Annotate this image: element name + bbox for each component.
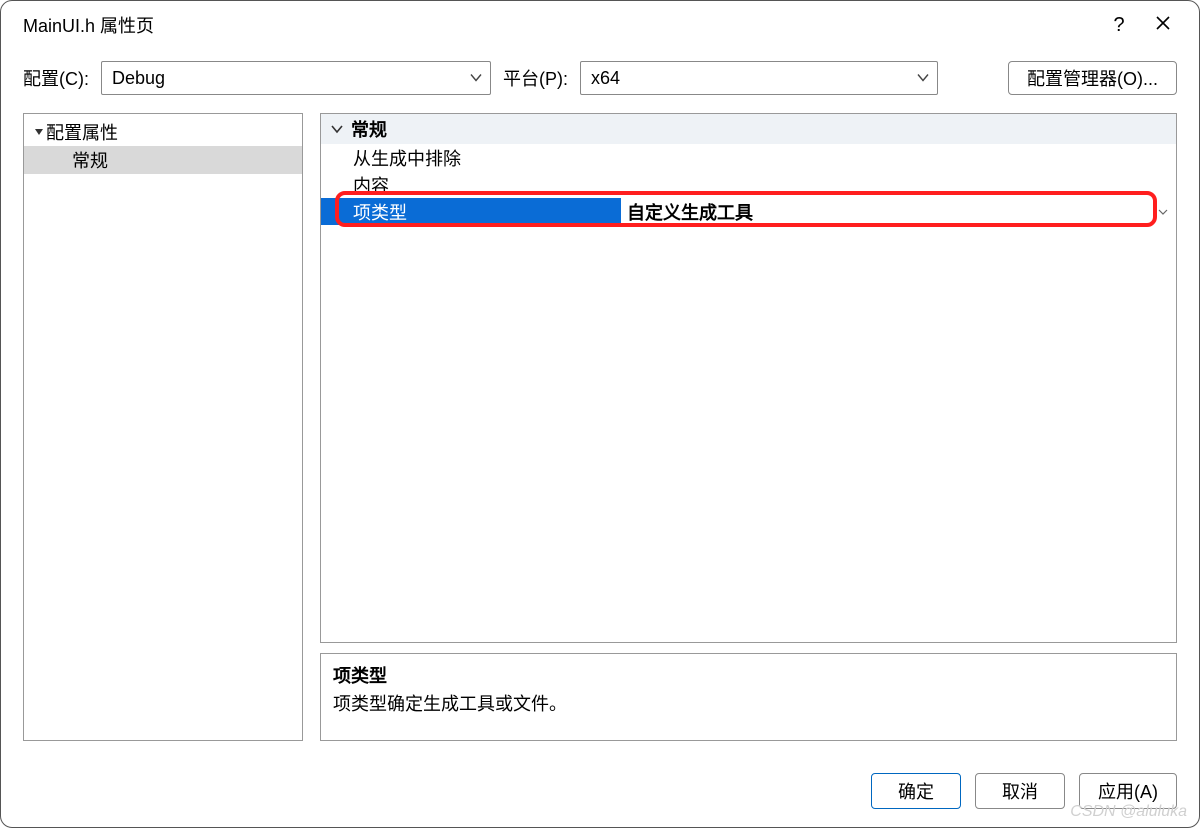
property-value[interactable] <box>621 171 1176 198</box>
cancel-button[interactable]: 取消 <box>975 773 1065 809</box>
property-page-window: MainUI.h 属性页 ? 配置(C): Debug 平台(P): x64 配… <box>0 0 1200 828</box>
ok-button[interactable]: 确定 <box>871 773 961 809</box>
platform-label: 平台(P): <box>503 65 568 91</box>
platform-combo-value: x64 <box>591 68 620 89</box>
config-combo[interactable]: Debug <box>101 61 491 95</box>
config-combo-value: Debug <box>112 68 165 89</box>
close-icon <box>1155 15 1171 31</box>
property-group-header[interactable]: 常规 <box>321 114 1176 144</box>
tree-child-label: 常规 <box>72 147 108 173</box>
property-row[interactable]: 从生成中排除 <box>321 144 1176 171</box>
description-title: 项类型 <box>333 662 1164 688</box>
property-row-selected[interactable]: 项类型 自定义生成工具 <box>321 198 1176 225</box>
description-text: 项类型确定生成工具或文件。 <box>333 690 1164 716</box>
close-button[interactable] <box>1141 14 1185 37</box>
help-button[interactable]: ? <box>1097 14 1141 37</box>
config-tree[interactable]: 配置属性 常规 <box>23 113 303 741</box>
right-column: 常规 从生成中排除 内容 项类型 自定义生成工具 <box>320 113 1177 741</box>
body: 配置属性 常规 常规 从生成中排除 内容 <box>1 113 1199 741</box>
property-row[interactable]: 内容 <box>321 171 1176 198</box>
config-manager-button[interactable]: 配置管理器(O)... <box>1008 61 1177 95</box>
property-value[interactable]: 自定义生成工具 <box>621 198 1176 225</box>
apply-button[interactable]: 应用(A) <box>1079 773 1177 809</box>
window-title: MainUI.h 属性页 <box>23 12 1097 38</box>
property-group-label: 常规 <box>351 116 387 142</box>
tree-root-node[interactable]: 配置属性 <box>24 118 302 146</box>
footer: 确定 取消 应用(A) <box>1 755 1199 827</box>
description-panel: 项类型 项类型确定生成工具或文件。 <box>320 653 1177 741</box>
caret-down-icon <box>32 127 46 137</box>
toolbar: 配置(C): Debug 平台(P): x64 配置管理器(O)... <box>1 49 1199 113</box>
property-value[interactable] <box>621 144 1176 171</box>
tree-child-general[interactable]: 常规 <box>24 146 302 174</box>
titlebar: MainUI.h 属性页 ? <box>1 1 1199 49</box>
chevron-down-icon <box>470 68 482 89</box>
config-label: 配置(C): <box>23 65 89 91</box>
platform-combo[interactable]: x64 <box>580 61 938 95</box>
tree-root-label: 配置属性 <box>46 119 118 145</box>
property-key: 从生成中排除 <box>321 144 621 171</box>
dropdown-arrow-icon[interactable] <box>1154 203 1172 221</box>
chevron-down-icon <box>917 68 929 89</box>
chevron-down-icon <box>331 119 343 140</box>
property-key: 内容 <box>321 171 621 198</box>
property-key: 项类型 <box>321 198 621 225</box>
property-grid[interactable]: 常规 从生成中排除 内容 项类型 自定义生成工具 <box>320 113 1177 643</box>
